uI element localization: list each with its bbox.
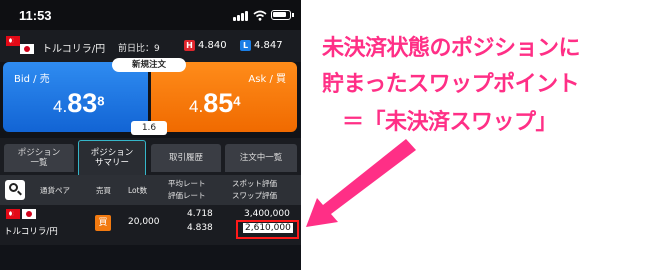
annotation-line-3: ＝「未決済スワップ」: [342, 110, 558, 135]
annotation-line-2: 貯まったスワップポイント: [322, 72, 580, 97]
arrow-icon: [306, 139, 416, 227]
annotation-line-1: 未決済状態のポジションに: [322, 36, 581, 61]
